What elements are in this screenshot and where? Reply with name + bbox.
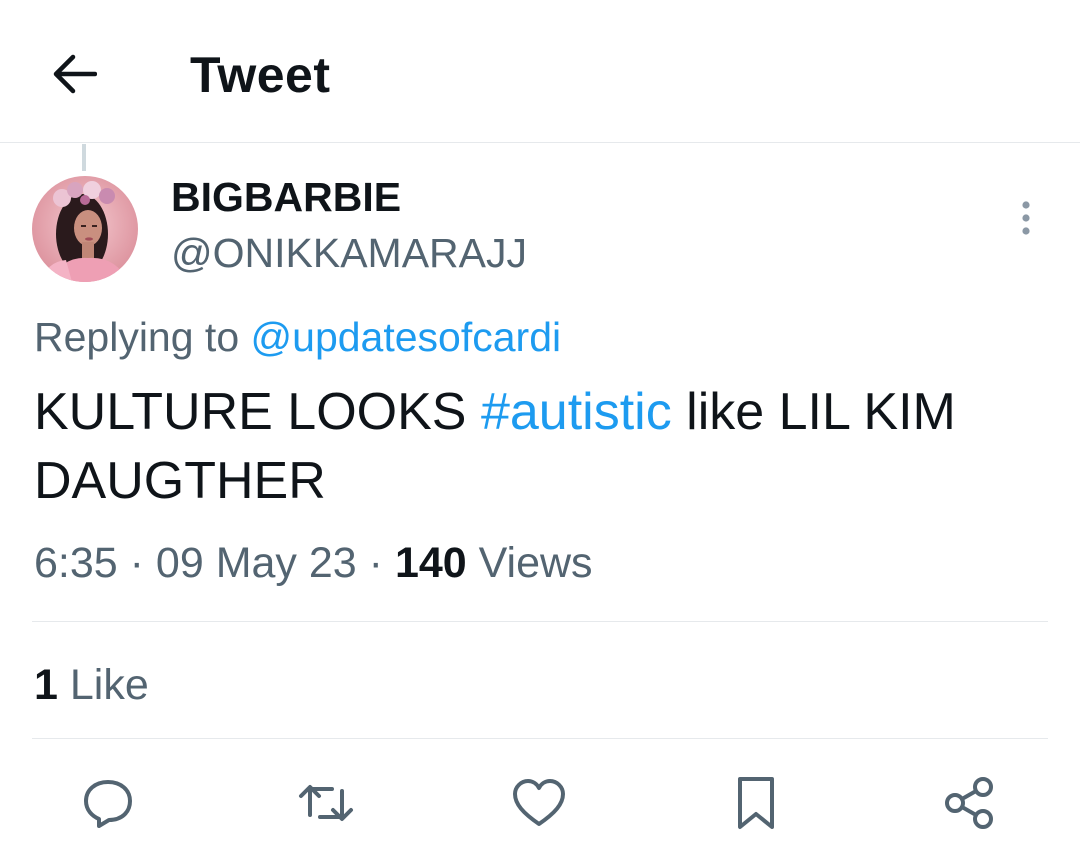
like-button[interactable] [506, 770, 572, 836]
meta-separator: · [356, 539, 395, 587]
avatar-image [32, 176, 138, 282]
views-label: Views [466, 539, 593, 587]
heart-icon [513, 779, 565, 826]
tweet-text: KULTURE LOOKS #autistic like LIL KIM DAU… [34, 378, 1044, 516]
more-vertical-icon [1022, 201, 1030, 235]
arrow-left-icon [53, 54, 97, 94]
avatar[interactable] [32, 176, 138, 282]
page-title: Tweet [190, 47, 331, 103]
action-bar [0, 770, 1080, 836]
replying-to-link[interactable]: @updatesofcardi [251, 314, 562, 360]
replying-prefix: Replying to [34, 314, 240, 360]
tweet-time[interactable]: 6:35 [34, 539, 118, 587]
tweet-text-part1: KULTURE LOOKS [34, 383, 481, 441]
reply-icon [84, 780, 132, 828]
divider [32, 621, 1048, 622]
share-icon [945, 777, 993, 829]
thread-connector-line [82, 144, 86, 171]
likes-count: 1 [34, 661, 58, 709]
retweet-icon [299, 785, 353, 821]
hashtag-link[interactable]: #autistic [481, 383, 672, 441]
author-handle[interactable]: @ONIKKAMARAJJ [171, 229, 527, 277]
author-display-name[interactable]: BIGBARBIE [171, 172, 401, 222]
tweet-date[interactable]: 09 May 23 [156, 539, 357, 587]
likes-count-row[interactable]: 1 Like [34, 658, 149, 712]
divider [32, 738, 1048, 739]
bookmark-icon [738, 777, 774, 829]
share-button[interactable] [937, 770, 1003, 836]
more-options-button[interactable] [1006, 198, 1046, 238]
top-bar: Tweet [0, 0, 1080, 143]
views-count: 140 [394, 539, 467, 587]
replying-to-line: Replying to @updatesofcardi [34, 312, 561, 362]
retweet-button[interactable] [293, 770, 359, 836]
tweet-meta: 6:35 · 09 May 23 · 140 Views [34, 536, 593, 590]
reply-button[interactable] [75, 770, 141, 836]
bookmark-button[interactable] [723, 770, 789, 836]
likes-label: Like [57, 661, 149, 709]
back-button[interactable] [40, 40, 108, 108]
meta-separator: · [117, 539, 156, 587]
